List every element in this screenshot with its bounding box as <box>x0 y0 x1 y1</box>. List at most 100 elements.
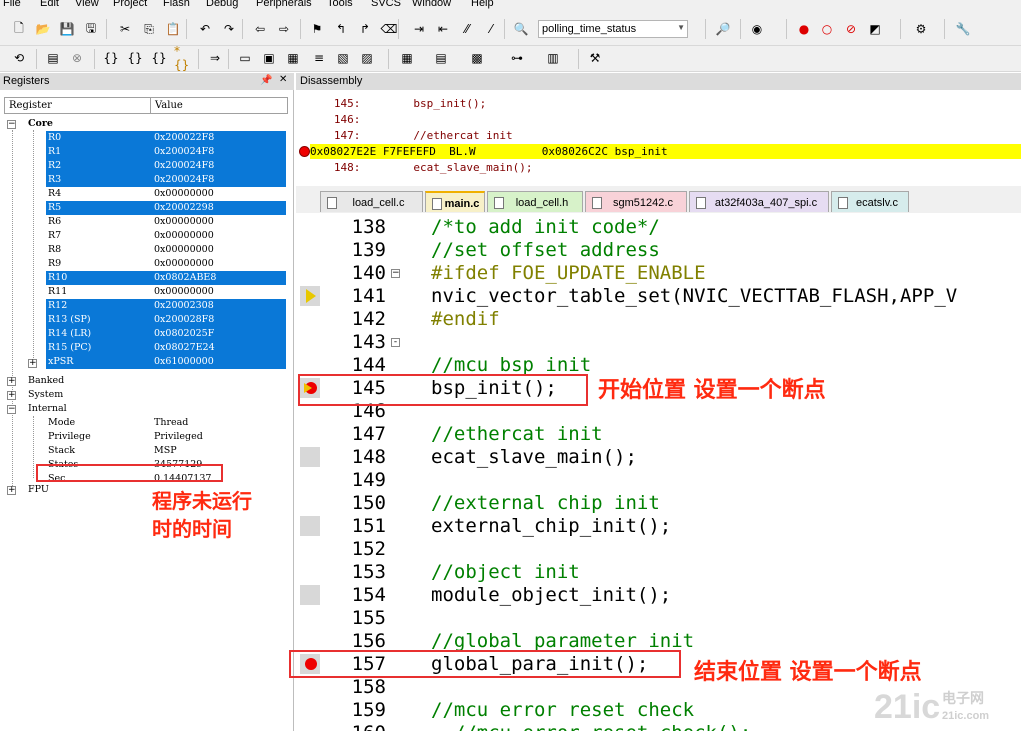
call-stack-icon[interactable]: ▧ <box>334 49 352 67</box>
register-group-banked[interactable]: Banked <box>28 374 64 388</box>
register-row[interactable]: R7 0x00000000 <box>46 229 286 243</box>
code-line[interactable]: 151 external_chip_init(); <box>296 515 1021 538</box>
register-value[interactable]: 0x00000000 <box>154 215 214 229</box>
code-text[interactable]: module_object_init(); <box>431 584 671 607</box>
menu-window[interactable]: Window <box>412 0 451 9</box>
column-register[interactable]: Register <box>9 100 52 111</box>
column-value[interactable]: Value <box>155 100 183 111</box>
kill-breakpoints-icon[interactable]: ⊘ <box>842 20 860 38</box>
stop-icon[interactable]: ⊗ <box>68 49 86 67</box>
wrench-icon[interactable]: 🔧 <box>954 20 972 38</box>
disassembly-line[interactable]: 0x08027E2E F7FEFEFD BL.W 0x08026C2C bsp_… <box>310 144 1021 159</box>
code-line[interactable]: 149 <box>296 469 1021 492</box>
code-text[interactable]: //external chip init <box>431 492 660 515</box>
indent-icon[interactable]: ⇥ <box>410 20 428 38</box>
register-row[interactable]: R5 0x20002298 <box>46 201 286 215</box>
code-line[interactable]: 153 //object init <box>296 561 1021 584</box>
save-all-icon[interactable]: 🖫 <box>82 20 100 38</box>
code-line[interactable]: 155 <box>296 607 1021 630</box>
code-text[interactable]: //ethercat init <box>431 423 603 446</box>
prev-bookmark-icon[interactable]: ↰ <box>332 20 350 38</box>
debug-session-icon[interactable]: ◉ <box>748 20 766 38</box>
internal-row[interactable]: Stack MSP <box>46 444 286 458</box>
register-value[interactable]: 0x200022F8 <box>154 131 214 145</box>
code-line[interactable]: 140 #ifdef FOE_UPDATE_ENABLE − <box>296 262 1021 285</box>
register-group-internal[interactable]: Internal <box>28 402 67 416</box>
code-text[interactable]: ecat_slave_main(); <box>431 446 637 469</box>
register-group-fpu[interactable]: FPU <box>28 483 49 497</box>
internal-toggle[interactable]: − <box>7 405 16 414</box>
register-group-system[interactable]: System <box>28 388 63 402</box>
register-row[interactable]: R2 0x200024F8 <box>46 159 286 173</box>
open-icon[interactable]: 📂 <box>34 20 52 38</box>
system-viewer-icon[interactable]: ▥ <box>544 49 562 67</box>
code-text[interactable]: //set offset address <box>431 239 660 262</box>
code-line[interactable]: 152 <box>296 538 1021 561</box>
step-out-icon[interactable]: {} <box>150 49 168 67</box>
cut-icon[interactable]: ✂ <box>116 20 134 38</box>
target-select[interactable]: polling_time_status ▼ <box>538 20 688 38</box>
registers-window-icon[interactable]: ≡ <box>310 49 328 67</box>
tab-load-cell-h[interactable]: load_cell.h <box>487 191 583 212</box>
register-value[interactable]: 0x200024F8 <box>154 145 214 159</box>
register-value[interactable]: 0x200024F8 <box>154 159 214 173</box>
breakpoint-icon[interactable]: ● <box>795 20 813 38</box>
configure-icon[interactable]: ⚙ <box>912 20 930 38</box>
register-row[interactable]: R15 (PC) 0x08027E24 <box>46 341 286 355</box>
register-value[interactable]: 0x200024F8 <box>154 173 214 187</box>
run-icon[interactable]: ▤ <box>44 49 62 67</box>
code-text[interactable]: //mcu error reset check(); <box>431 722 751 731</box>
core-toggle[interactable]: − <box>7 120 16 129</box>
internal-row[interactable]: Privilege Privileged <box>46 430 286 444</box>
banked-toggle[interactable]: + <box>7 377 16 386</box>
register-row[interactable]: R0 0x200022F8 <box>46 131 286 145</box>
nav-back-icon[interactable]: ⇦ <box>251 20 269 38</box>
register-value[interactable]: 0x00000000 <box>154 257 214 271</box>
register-value[interactable]: 0x0802025F <box>154 327 214 341</box>
register-value[interactable]: 0x00000000 <box>154 187 214 201</box>
disassembly-line[interactable]: 148: ecat_slave_main(); <box>314 160 1014 175</box>
register-row[interactable]: R13 (SP) 0x200028F8 <box>46 313 286 327</box>
serial-window-icon[interactable]: ▤ <box>432 49 450 67</box>
column-divider[interactable] <box>150 98 151 113</box>
system-toggle[interactable]: + <box>7 391 16 400</box>
disassembly-line[interactable]: 145: bsp_init(); <box>314 96 1014 111</box>
menu-tools[interactable]: Tools <box>327 0 353 9</box>
run-to-cursor-icon[interactable]: *{} <box>174 44 192 72</box>
command-window-icon[interactable]: ▭ <box>236 49 254 67</box>
register-row[interactable]: R12 0x20002308 <box>46 299 286 313</box>
code-line[interactable]: 141 nvic_vector_table_set(NVIC_VECTTAB_FL… <box>296 285 1021 308</box>
toolbox-icon[interactable]: ⚒ <box>586 49 604 67</box>
pin-icon[interactable]: 📌 <box>260 75 272 86</box>
register-row[interactable]: R14 (LR) 0x0802025F <box>46 327 286 341</box>
undo-icon[interactable]: ↶ <box>196 20 214 38</box>
code-line[interactable]: 139 //set offset address <box>296 239 1021 262</box>
internal-row[interactable]: Mode Thread <box>46 416 286 430</box>
code-line[interactable]: 154 module_object_init(); <box>296 584 1021 607</box>
uncomment-icon[interactable]: ⁄ <box>482 20 500 38</box>
fold-toggle-icon[interactable]: − <box>391 269 400 278</box>
executable-line-marker[interactable] <box>300 585 320 605</box>
register-value[interactable]: 0x61000000 <box>154 355 214 369</box>
tab-main-c[interactable]: main.c <box>425 191 485 212</box>
code-line[interactable]: 138 /*to add init code*/ <box>296 216 1021 239</box>
breakpoints-window-icon[interactable]: ◩ <box>866 20 884 38</box>
tab-at32f403a-407-spi-c[interactable]: at32f403a_407_spi.c <box>689 191 829 212</box>
tab-load-cell-c[interactable]: load_cell.c <box>320 191 423 212</box>
disassembly-line[interactable]: 147: //ethercat init <box>314 128 1014 143</box>
register-row[interactable]: R8 0x00000000 <box>46 243 286 257</box>
code-text[interactable]: /*to add init code*/ <box>431 216 660 239</box>
disassembly-window-icon[interactable]: ▣ <box>260 49 278 67</box>
code-line[interactable]: 142 #endif <box>296 308 1021 331</box>
code-line[interactable]: 143- <box>296 331 1021 354</box>
unindent-icon[interactable]: ⇤ <box>434 20 452 38</box>
find-icon[interactable]: 🔎 <box>714 20 732 38</box>
menu-flash[interactable]: Flash <box>163 0 190 9</box>
code-line[interactable]: 147 //ethercat init <box>296 423 1021 446</box>
chevron-down-icon[interactable]: ▼ <box>677 23 685 32</box>
disassembly-line[interactable]: 146: <box>314 112 1014 127</box>
register-row[interactable]: R10 0x0802ABE8 <box>46 271 286 285</box>
find-in-files-icon[interactable]: 🔍 <box>512 20 530 38</box>
save-icon[interactable]: 💾 <box>58 20 76 38</box>
paste-icon[interactable]: 📋 <box>164 20 182 38</box>
